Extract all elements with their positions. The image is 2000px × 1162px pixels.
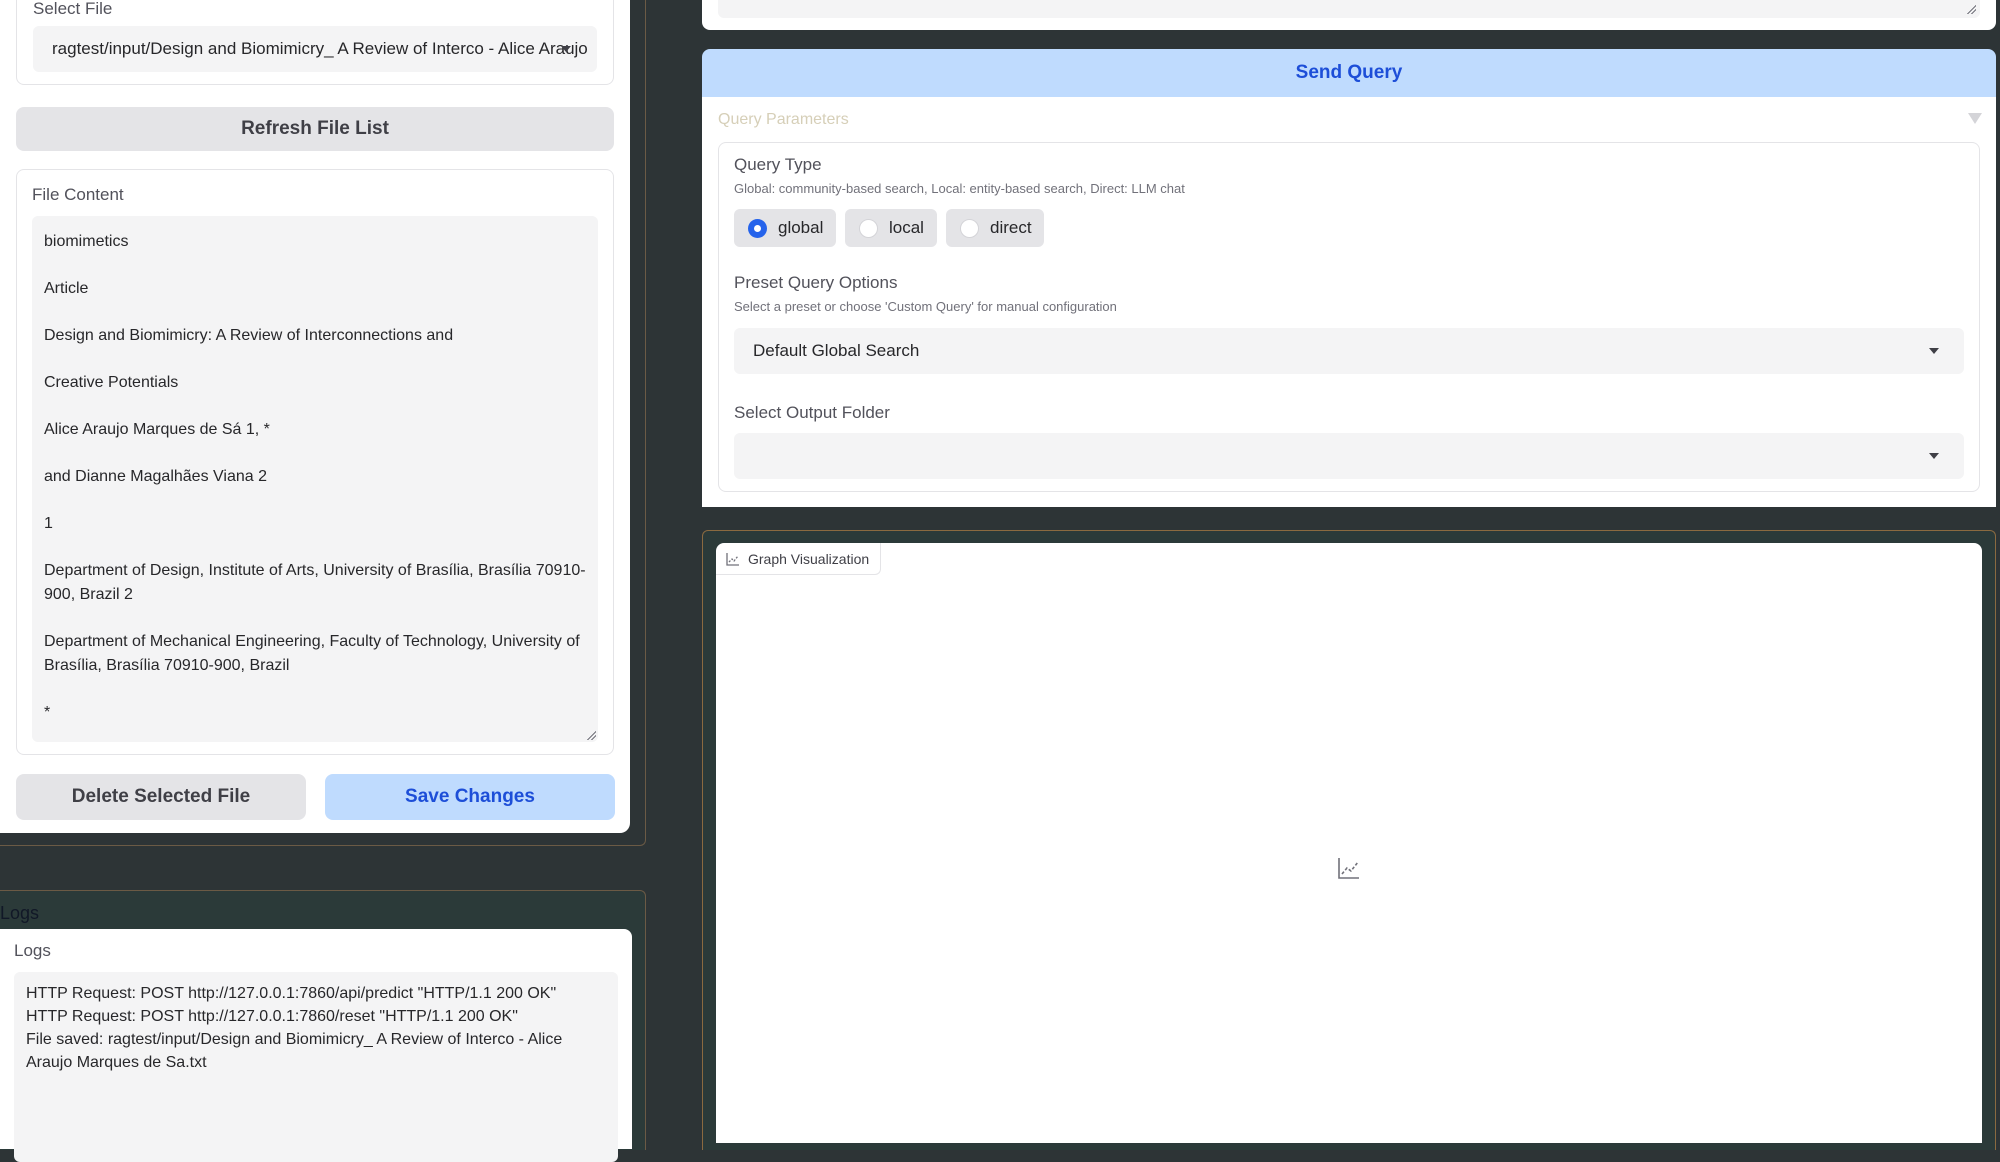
preset-query-value: Default Global Search [753,341,920,360]
radio-label: local [889,218,924,237]
file-content-line: Alice Araujo Marques de Sá 1, * [44,421,270,438]
file-content-block: File Content biomimetics Article Design … [16,169,614,755]
radio-checked-icon [748,219,767,238]
file-content-line: biomimetics [44,233,129,250]
file-content-label: File Content [32,185,124,204]
resize-handle-icon[interactable] [1966,4,1976,14]
logs-block: Logs HTTP Request: POST http://127.0.0.1… [0,929,632,1162]
delete-selected-file-button[interactable]: Delete Selected File [16,774,306,820]
logs-heading: Logs [0,903,40,923]
preset-options-label: Preset Query Options [734,273,898,292]
logs-textarea[interactable]: HTTP Request: POST http://127.0.0.1:7860… [14,972,618,1162]
output-folder-label: Select Output Folder [734,403,890,422]
query-input-textarea[interactable] [718,0,1980,18]
preset-options-info: Select a preset or choose 'Custom Query'… [734,299,1117,314]
refresh-file-list-button[interactable]: Refresh File List [16,107,614,151]
radio-unchecked-icon [859,219,878,238]
file-content-line: Design and Biomimicry: A Review of Inter… [44,327,454,344]
chevron-down-icon [1929,348,1939,354]
file-content-line: 1 [44,515,53,532]
query-type-info: Global: community-based search, Local: e… [734,181,1185,196]
chart-placeholder-icon [1338,858,1359,879]
send-query-button[interactable]: Send Query [702,49,1996,97]
collapse-triangle-icon[interactable] [1968,113,1982,124]
select-file-block: Select File ragtest/input/Design and Bio… [16,0,614,85]
file-content-line: Department of Mechanical Engineering, Fa… [44,633,580,674]
radio-direct[interactable]: direct [946,209,1044,247]
query-parameters-title[interactable]: Query Parameters [718,111,849,129]
selected-file-value: ragtest/input/Design and Biomimicry_ A R… [52,39,588,58]
graph-tab-label: Graph Visualization [748,551,870,567]
radio-global[interactable]: global [734,209,836,247]
radio-label: direct [990,218,1032,237]
preset-query-dropdown[interactable]: Default Global Search [734,328,1964,374]
query-type-label: Query Type [734,155,822,174]
chevron-down-icon [1929,453,1939,459]
output-folder-dropdown[interactable] [734,433,1964,479]
radio-unchecked-icon [960,219,979,238]
select-file-dropdown[interactable]: ragtest/input/Design and Biomimicry_ A R… [33,26,597,72]
file-content-textarea[interactable]: biomimetics Article Design and Biomimicr… [32,216,598,742]
file-content-line: * [44,704,51,721]
query-parameters-body: Query Type Global: community-based searc… [718,142,1980,492]
log-line: HTTP Request: POST http://127.0.0.1:7860… [26,1008,518,1025]
file-content-line: Creative Potentials [44,374,179,391]
radio-local[interactable]: local [845,209,937,247]
file-content-line: Article [44,280,89,297]
select-file-label: Select File [33,0,113,18]
radio-label: global [778,218,824,237]
graph-visualization-panel: Graph Visualization [716,543,1982,1143]
chevron-down-icon [561,46,571,52]
resize-handle-icon[interactable] [586,730,596,740]
file-content-line: and Dianne Magalhães Viana 2 [44,468,267,485]
chart-icon [726,553,739,566]
query-parameters-panel: Query Parameters Query Type Global: comm… [702,97,1996,507]
save-changes-button[interactable]: Save Changes [325,774,615,820]
query-input-block [702,0,1996,30]
logs-label: Logs [14,941,51,960]
graph-visualization-tab: Graph Visualization [716,543,882,575]
file-content-line: Department of Design, Institute of Arts,… [44,562,586,603]
log-line: HTTP Request: POST http://127.0.0.1:7860… [26,985,557,1002]
log-line: File saved: ragtest/input/Design and Bio… [26,1031,566,1071]
